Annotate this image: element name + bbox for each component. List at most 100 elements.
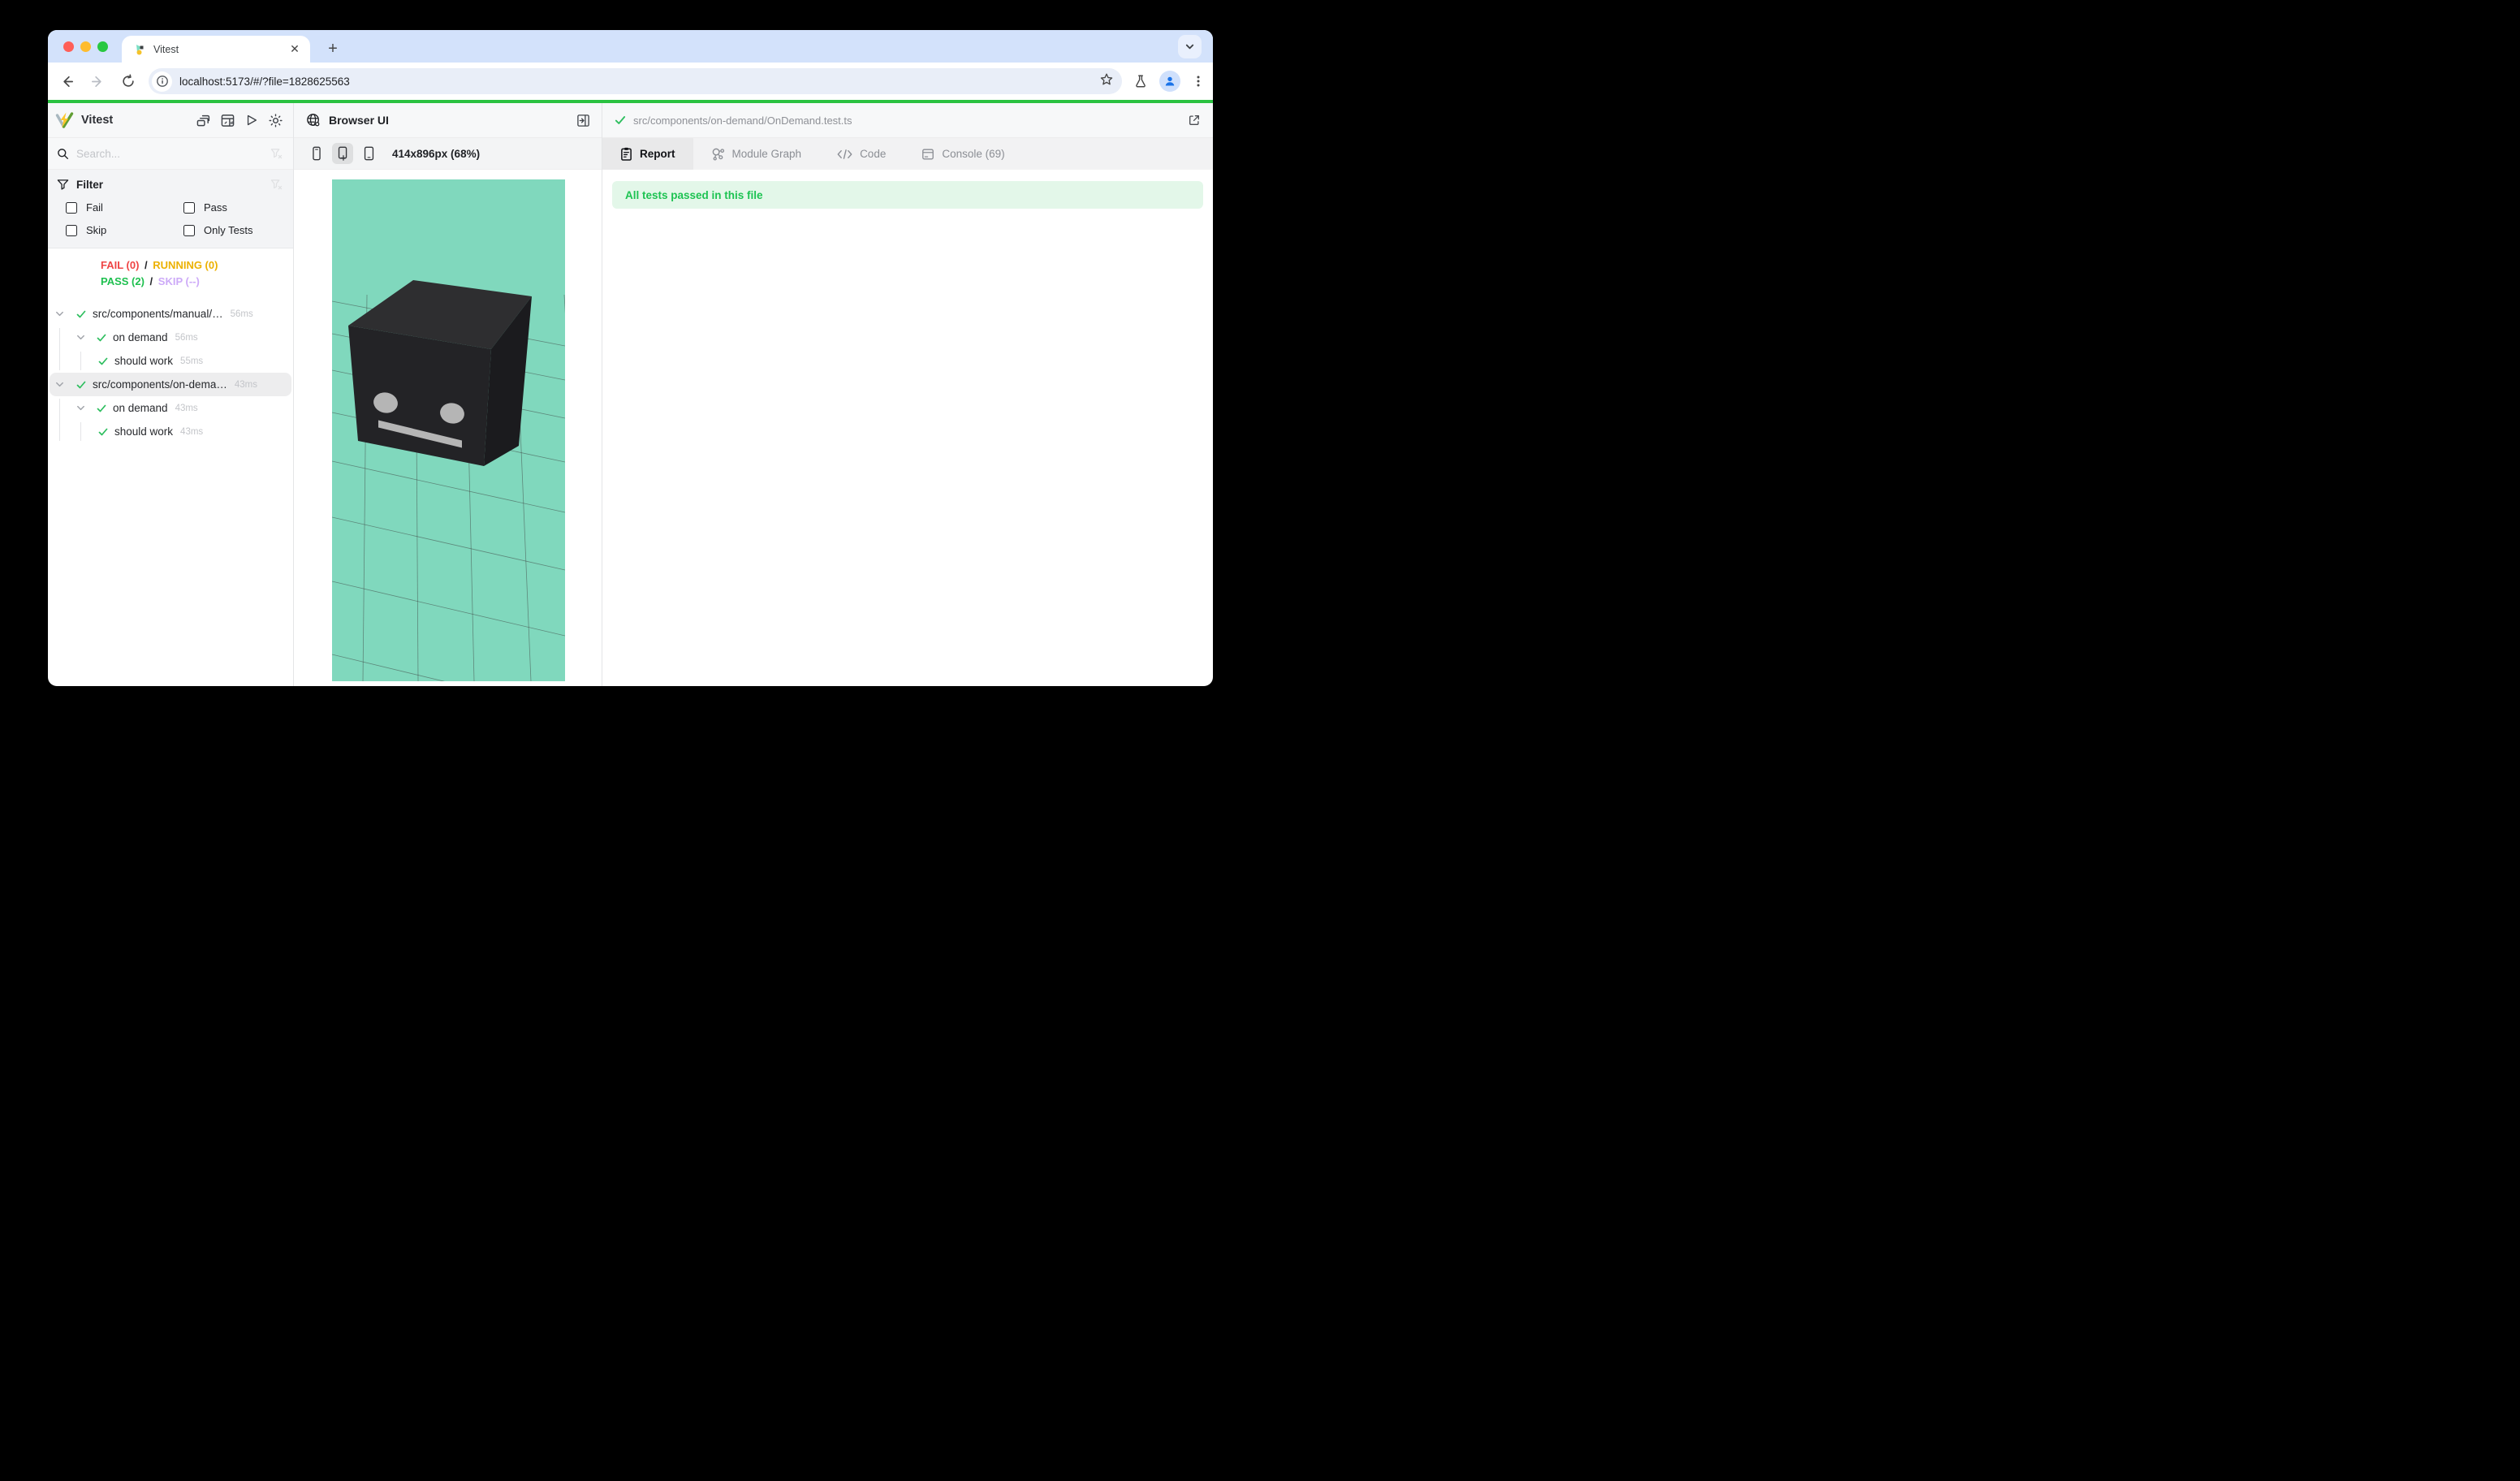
- search-bar: [48, 138, 293, 170]
- panel-right-toggle-icon[interactable]: [576, 114, 590, 127]
- preview-stage: [294, 170, 602, 686]
- pass-check-icon: [97, 356, 109, 367]
- device-phone-plus-button[interactable]: [332, 143, 353, 164]
- module-graph-icon: [711, 147, 725, 161]
- suite-name: on demand: [113, 402, 168, 414]
- fail-count: FAIL (0): [101, 259, 139, 271]
- summary-line-2: PASS (2) / SKIP (--): [101, 274, 293, 290]
- filter-checkbox-fail[interactable]: Fail: [57, 201, 175, 214]
- device-small-phone-button[interactable]: [306, 143, 327, 164]
- tab-code[interactable]: Code: [819, 138, 904, 170]
- maximize-window-button[interactable]: [97, 41, 108, 52]
- skip-count: SKIP (--): [158, 275, 200, 287]
- test-file-name: src/components/on-dema…: [93, 378, 227, 391]
- chevron-down-icon[interactable]: [76, 332, 86, 343]
- test-duration: 43ms: [180, 427, 203, 437]
- minimize-window-button[interactable]: [80, 41, 91, 52]
- chevron-down-icon[interactable]: [76, 403, 86, 413]
- browser-toolbar: localhost:5173/#/?file=1828625563: [48, 63, 1213, 100]
- filter-checkbox-skip[interactable]: Skip: [57, 224, 175, 236]
- browser-tab[interactable]: Vitest ✕: [122, 36, 310, 63]
- device-tablet-button[interactable]: [358, 143, 379, 164]
- chevron-down-icon[interactable]: [54, 309, 65, 319]
- code-icon: [837, 149, 852, 160]
- test-viewport-iframe[interactable]: [332, 179, 565, 681]
- forward-button[interactable]: [85, 69, 110, 93]
- viewport-toolbar: 414x896px (68%): [294, 138, 602, 170]
- browser-window: Vitest ✕ + localhost:5173/#/?file=182862…: [48, 30, 1213, 686]
- pass-check-icon: [96, 403, 107, 414]
- filter-checkbox-only-tests[interactable]: Only Tests: [175, 224, 283, 236]
- globe-icon: [306, 113, 321, 127]
- address-bar[interactable]: localhost:5173/#/?file=1828625563: [149, 68, 1122, 94]
- browser-ui-panel: Browser UI 414x896px (68%): [293, 103, 602, 686]
- reload-button[interactable]: [116, 69, 140, 93]
- checkbox[interactable]: [66, 202, 77, 214]
- chevron-down-icon: [1184, 41, 1195, 52]
- vitest-favicon-icon: [133, 43, 146, 56]
- test-tree: src/components/manual/… 56ms on demand 5…: [48, 302, 293, 443]
- new-tab-button[interactable]: +: [321, 37, 344, 60]
- test-name: should work: [114, 425, 173, 438]
- tab-search-button[interactable]: [1178, 35, 1202, 58]
- vitest-logo-icon: [55, 112, 74, 129]
- test-name: should work: [114, 355, 173, 367]
- console-icon: [921, 148, 934, 161]
- pass-count: PASS (2): [101, 275, 145, 287]
- suite-name: on demand: [113, 331, 168, 343]
- dashboard-icon[interactable]: [221, 114, 235, 127]
- pass-check-icon: [97, 426, 109, 438]
- tab-module-graph[interactable]: Module Graph: [693, 138, 820, 170]
- viewport-dimensions-label: 414x896px (68%): [392, 148, 480, 160]
- theme-toggle-sun-icon[interactable]: [269, 114, 283, 127]
- report-clipboard-icon: [620, 147, 632, 161]
- search-icon: [57, 148, 69, 160]
- report-panel: src/components/on-demand/OnDemand.test.t…: [602, 103, 1213, 686]
- tab-report[interactable]: Report: [602, 138, 693, 170]
- test-summary: FAIL (0) / RUNNING (0) PASS (2) / SKIP (…: [48, 248, 293, 298]
- test-duration: 43ms: [175, 404, 198, 413]
- profile-avatar[interactable]: [1159, 71, 1180, 92]
- sidebar: Vitest: [48, 103, 293, 686]
- back-button[interactable]: [54, 69, 79, 93]
- checkbox[interactable]: [66, 225, 77, 236]
- clear-filters-icon[interactable]: [270, 179, 283, 191]
- close-window-button[interactable]: [63, 41, 74, 52]
- tree-row-suite[interactable]: on demand 43ms: [48, 396, 293, 420]
- clear-search-filter-icon[interactable]: [270, 148, 283, 160]
- tree-row-file-selected[interactable]: src/components/on-dema… 43ms: [50, 373, 291, 396]
- bookmark-star-icon[interactable]: [1099, 72, 1114, 91]
- checkbox[interactable]: [183, 225, 195, 236]
- file-pass-check-icon: [614, 114, 627, 127]
- search-input[interactable]: [76, 148, 270, 160]
- test-duration: 43ms: [235, 380, 257, 390]
- tree-row-test[interactable]: should work 55ms: [48, 349, 293, 373]
- browser-ui-title: Browser UI: [329, 114, 389, 127]
- sidebar-header: Vitest: [48, 103, 293, 138]
- tab-strip: Vitest ✕ +: [48, 30, 1213, 63]
- tab-close-icon[interactable]: ✕: [287, 42, 302, 57]
- checkbox[interactable]: [183, 202, 195, 214]
- tab-title: Vitest: [153, 44, 287, 55]
- tree-row-test[interactable]: should work 43ms: [48, 420, 293, 443]
- summary-line-1: FAIL (0) / RUNNING (0): [101, 257, 293, 274]
- threejs-cube-scene: [332, 179, 565, 681]
- filter-checkbox-pass[interactable]: Pass: [175, 201, 283, 214]
- filter-title: Filter: [76, 179, 270, 191]
- tree-row-suite[interactable]: on demand 56ms: [48, 326, 293, 349]
- browser-menu-kebab-icon[interactable]: [1192, 75, 1205, 88]
- experiments-flask-icon[interactable]: [1133, 74, 1148, 89]
- tab-console[interactable]: Console (69): [904, 138, 1022, 170]
- test-duration: 56ms: [175, 333, 198, 343]
- collapse-windows-icon[interactable]: [196, 114, 210, 127]
- window-controls: [63, 41, 108, 52]
- test-duration: 55ms: [180, 356, 203, 366]
- test-file-name: src/components/manual/…: [93, 308, 223, 320]
- tree-row-file[interactable]: src/components/manual/… 56ms: [48, 302, 293, 326]
- run-all-play-icon[interactable]: [245, 114, 258, 127]
- tests-passed-banner: All tests passed in this file: [612, 181, 1203, 209]
- chevron-down-icon[interactable]: [54, 379, 65, 390]
- open-external-icon[interactable]: [1188, 114, 1201, 127]
- browser-ui-header: Browser UI: [294, 103, 602, 138]
- site-info-icon[interactable]: [152, 71, 172, 92]
